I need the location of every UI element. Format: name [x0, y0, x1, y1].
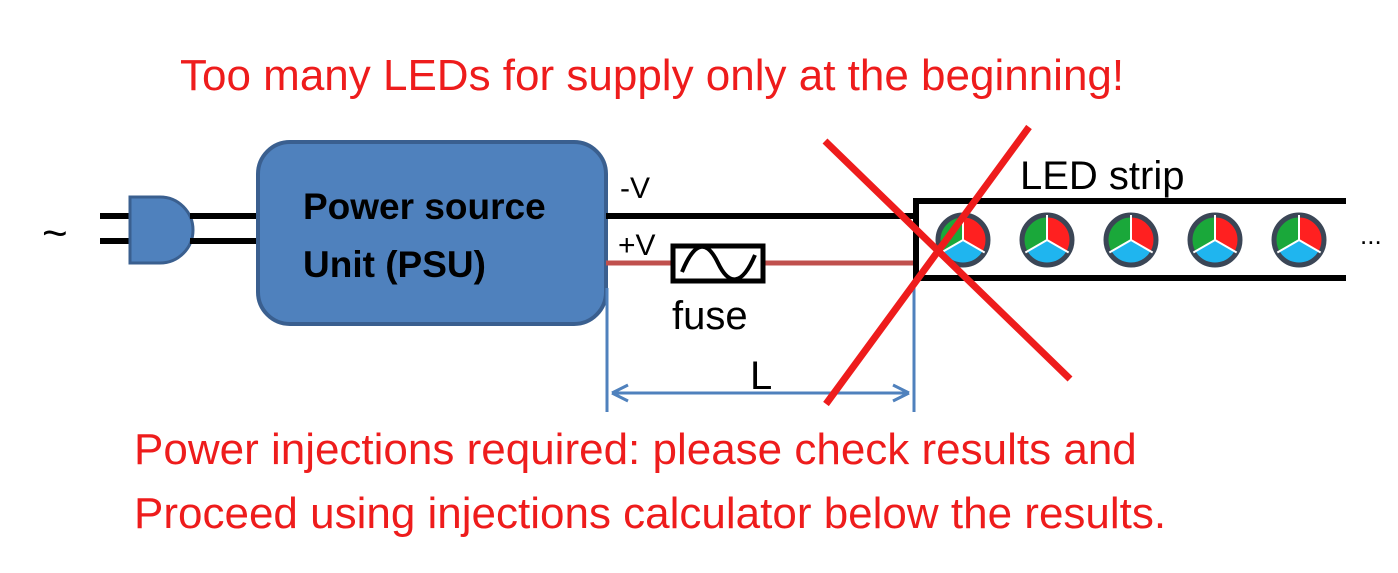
fuse-label: fuse — [672, 294, 748, 338]
strip-ellipsis: ... — [1360, 220, 1382, 250]
positive-wire-label: +V — [618, 229, 656, 262]
led-strip-label: LED strip — [1020, 154, 1185, 198]
ac-symbol: ~ — [42, 209, 68, 258]
instructions-line1: Power injections required: please check … — [134, 425, 1137, 474]
plug-icon — [100, 195, 260, 265]
rgb-led-icon — [1103, 212, 1159, 268]
rgb-led-icon — [1187, 212, 1243, 268]
instructions-line2: Proceed using injections calculator belo… — [134, 489, 1167, 538]
rgb-led-icon — [1271, 212, 1327, 268]
length-label: L — [750, 354, 773, 398]
psu-label-line2: Unit (PSU) — [303, 244, 486, 285]
psu-label-line1: Power source — [303, 186, 546, 227]
circuit-diagram — [100, 124, 1346, 412]
psu-box — [256, 140, 608, 326]
rgb-led-icon — [1019, 212, 1075, 268]
fuse-symbol — [670, 243, 766, 284]
negative-wire-label: -V — [620, 172, 650, 205]
